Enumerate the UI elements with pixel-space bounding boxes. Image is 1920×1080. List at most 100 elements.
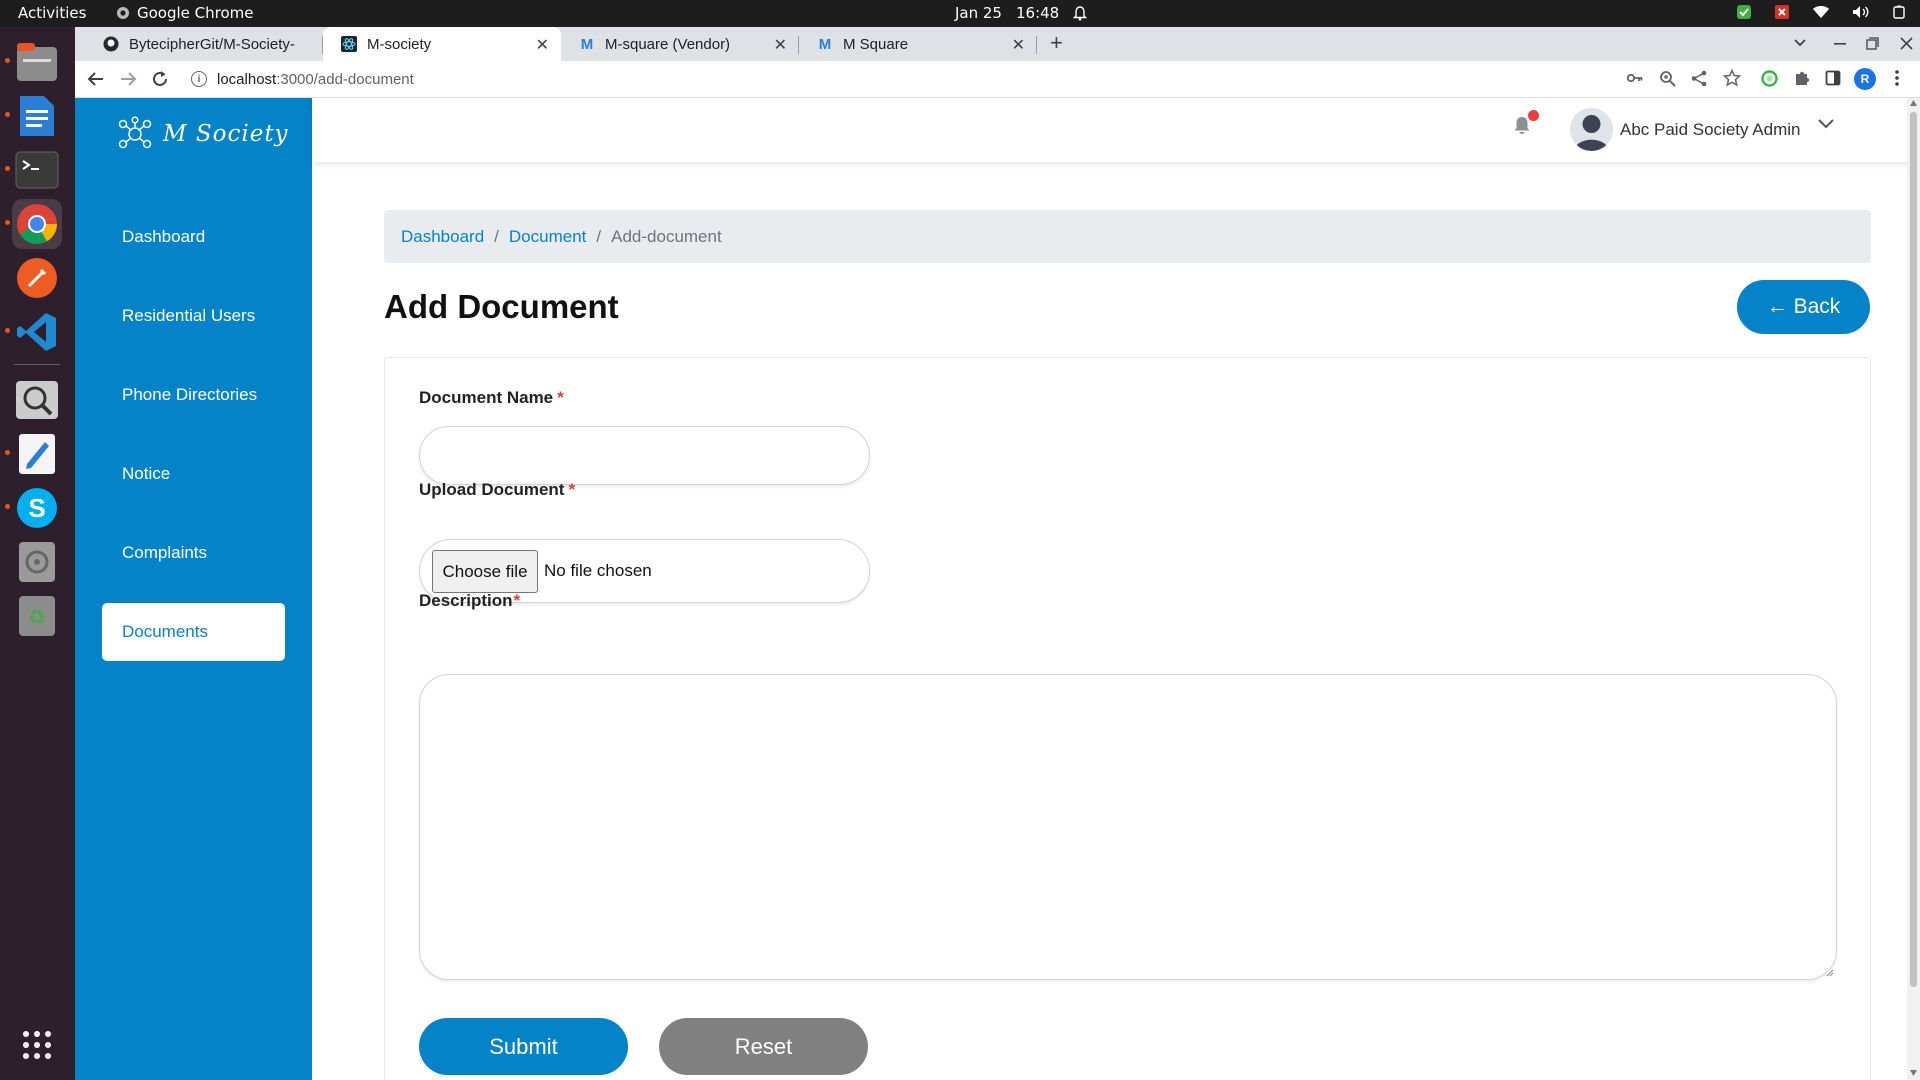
power-icon (1893, 5, 1905, 19)
page-title: Add Document (384, 288, 619, 325)
writer-icon[interactable] (12, 91, 62, 141)
avatar[interactable] (1570, 108, 1613, 151)
sidebar-item-documents[interactable]: Documents (102, 603, 285, 661)
running-indicator (5, 220, 10, 225)
extensions-puzzle-icon[interactable] (1793, 69, 1810, 87)
sidebar-item-notice[interactable]: Notice (102, 445, 285, 503)
key-icon[interactable] (1627, 72, 1643, 84)
breadcrumb-separator: / (494, 226, 499, 246)
alarm-icon (1073, 5, 1088, 20)
side-panel-icon[interactable] (1825, 70, 1841, 86)
sidebar-item-label: Documents (122, 622, 208, 641)
sidebar-item-label: Residential Users (122, 306, 256, 325)
tab-m-square-vendor[interactable]: M M-square (Vendor) ✕ (561, 27, 799, 61)
sidebar-item-dashboard[interactable]: Dashboard (102, 208, 285, 266)
document-name-label: Document Name * (419, 388, 564, 408)
notification-badge (1528, 110, 1539, 121)
submit-button[interactable]: Submit (419, 1018, 628, 1075)
document-name-label-text: Document Name (419, 388, 554, 407)
profile-avatar[interactable]: R (1854, 68, 1876, 90)
app-menu-label: Google Chrome (137, 4, 254, 22)
forward-arrow-icon[interactable] (119, 71, 137, 87)
red-app-icon (1775, 5, 1789, 19)
image-viewer-icon[interactable] (12, 375, 62, 425)
text-editor-icon[interactable] (12, 429, 62, 479)
skype-icon[interactable]: S (12, 483, 62, 533)
vscode-icon[interactable] (12, 307, 62, 357)
new-tab-button[interactable]: + (1050, 30, 1063, 56)
document-name-input[interactable] (419, 426, 870, 485)
breadcrumb-link-document[interactable]: Document (509, 227, 586, 247)
scrollbar-thumb[interactable] (1910, 112, 1917, 987)
required-asterisk: * (557, 388, 564, 407)
clock[interactable]: Jan 25 16:48 (955, 4, 1088, 22)
user-name[interactable]: Abc Paid Society Admin (1620, 120, 1800, 140)
tab-m-society[interactable]: M-society ✕ (323, 27, 561, 61)
description-label: Description* (419, 591, 520, 611)
toolbar: i localhost:3000/add-document R (75, 61, 1920, 98)
wifi-icon (1813, 6, 1829, 18)
choose-file-button[interactable]: Choose file (432, 550, 538, 593)
close-tab-icon[interactable]: ✕ (1012, 35, 1025, 55)
scroll-up-icon[interactable] (1910, 100, 1917, 106)
m-logo-icon: M (818, 35, 832, 53)
chrome-icon[interactable] (12, 199, 62, 249)
close-tab-icon[interactable]: ✕ (774, 35, 787, 55)
tab-github[interactable]: BytecipherGit/M-Society- (85, 27, 323, 61)
sidebar-item-residential-users[interactable]: Residential Users (102, 287, 285, 345)
close-tab-icon[interactable]: ✕ (536, 35, 549, 55)
sidebar: M Society Dashboard Residential Users Ph… (75, 98, 312, 1080)
brand-logo[interactable]: M Society (117, 116, 289, 152)
trash-icon[interactable]: ♻ (12, 591, 62, 641)
react-icon (341, 36, 357, 52)
tab-m-square[interactable]: M M Square ✕ (799, 27, 1037, 61)
extension-green-icon[interactable] (1761, 70, 1778, 87)
no-file-chosen-text: No file chosen (544, 561, 652, 580)
minimize-icon[interactable] (1834, 43, 1846, 45)
tab-search-icon[interactable] (1793, 38, 1807, 48)
address-bar[interactable]: i localhost:3000/add-document (181, 65, 1743, 93)
terminal-icon[interactable] (12, 145, 62, 195)
required-asterisk: * (568, 480, 576, 499)
tab-title: M Square (843, 35, 909, 53)
back-button[interactable]: ← Back (1737, 280, 1870, 334)
green-app-icon (1737, 5, 1751, 19)
page-scrollbar[interactable] (1907, 98, 1920, 1080)
resize-grip-icon[interactable] (1824, 967, 1834, 977)
kebab-menu-icon[interactable] (1895, 70, 1899, 86)
description-textarea[interactable] (419, 674, 1837, 980)
files-icon[interactable] (12, 37, 62, 87)
upload-document-label: Upload Document * (419, 480, 575, 500)
share-icon[interactable] (1691, 70, 1707, 87)
time-text: 16:48 (1015, 4, 1060, 22)
reload-icon[interactable] (151, 70, 169, 88)
required-asterisk: * (513, 591, 521, 610)
breadcrumb-link-dashboard[interactable]: Dashboard (401, 227, 484, 247)
sidebar-item-complaints[interactable]: Complaints (102, 524, 285, 582)
restore-icon[interactable] (1866, 37, 1879, 50)
activities-button[interactable]: Activities (18, 4, 86, 22)
svg-text:♻: ♻ (28, 605, 46, 629)
chevron-down-icon[interactable] (1817, 118, 1835, 129)
scroll-down-icon[interactable] (1910, 1070, 1917, 1076)
site-info-icon[interactable]: i (191, 71, 207, 87)
bookmark-star-icon[interactable] (1723, 69, 1741, 87)
url-path: :3000/add-document (276, 70, 414, 88)
running-indicator (5, 328, 10, 333)
url-host: localhost (217, 70, 277, 88)
date-text: Jan 25 (955, 4, 1002, 22)
back-arrow-icon[interactable] (87, 71, 105, 87)
disc-icon[interactable] (12, 537, 62, 587)
app-grid-icon[interactable] (12, 1020, 62, 1070)
sidebar-item-phone-directories[interactable]: Phone Directories (102, 366, 285, 424)
sidebar-item-label: Notice (122, 464, 171, 483)
tab-title: BytecipherGit/M-Society- (129, 35, 295, 53)
postman-icon[interactable] (12, 253, 62, 303)
zoom-icon[interactable] (1659, 70, 1676, 87)
system-tray[interactable] (1736, 4, 1906, 20)
volume-icon (1853, 6, 1869, 18)
close-window-icon[interactable] (1900, 37, 1913, 50)
app-menu[interactable]: Google Chrome (116, 4, 254, 22)
m-logo-icon: M (580, 35, 594, 53)
reset-button[interactable]: Reset (659, 1018, 868, 1075)
